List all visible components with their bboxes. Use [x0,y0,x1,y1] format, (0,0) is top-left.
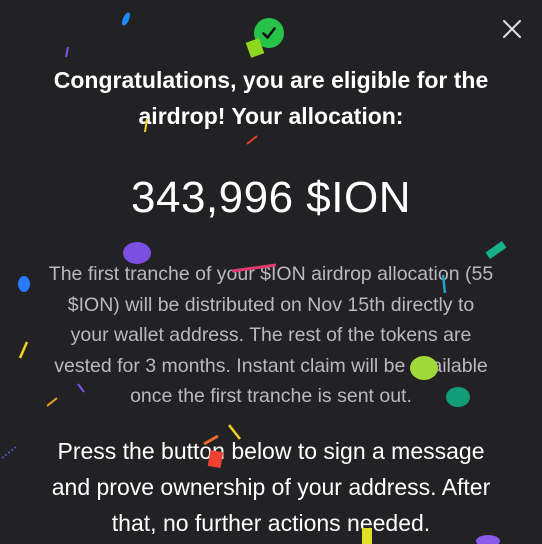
info-line: The first tranche of your $ION airdrop a… [48,263,494,285]
info-line: $ION) will be distributed on Nov 15th di… [67,293,475,316]
airdrop-modal: Congratulations, you are eligible for th… [0,0,542,544]
heading-line: airdrop! Your allocation: [138,103,404,129]
modal-heading: Congratulations, you are eligible for th… [20,62,522,134]
sign-instruction: Press the button below to sign a message… [8,433,534,541]
close-button[interactable] [500,17,524,41]
confetti-piece [485,240,507,260]
check-circle-icon [254,18,284,48]
info-line: vested for 3 months. Instant claim will … [54,354,488,377]
instruction-line: Press the button below to sign a message [57,438,485,464]
info-line: once the first tranche is sent out. [130,385,412,407]
confetti-piece [246,135,258,145]
confetti-piece [121,12,131,26]
info-line: your wallet address. The rest of the tok… [70,324,472,346]
distribution-info: The first tranche of your $ION airdrop a… [8,259,534,412]
allocation-amount: 343,996 $ION [131,173,411,222]
heading-line: Congratulations, you are eligible for th… [53,67,489,93]
confetti-piece [65,46,69,58]
instruction-line: and prove ownership of your address. Aft… [51,474,491,500]
instruction-line: that, no further actions needed. [111,510,431,536]
close-icon [502,19,522,39]
